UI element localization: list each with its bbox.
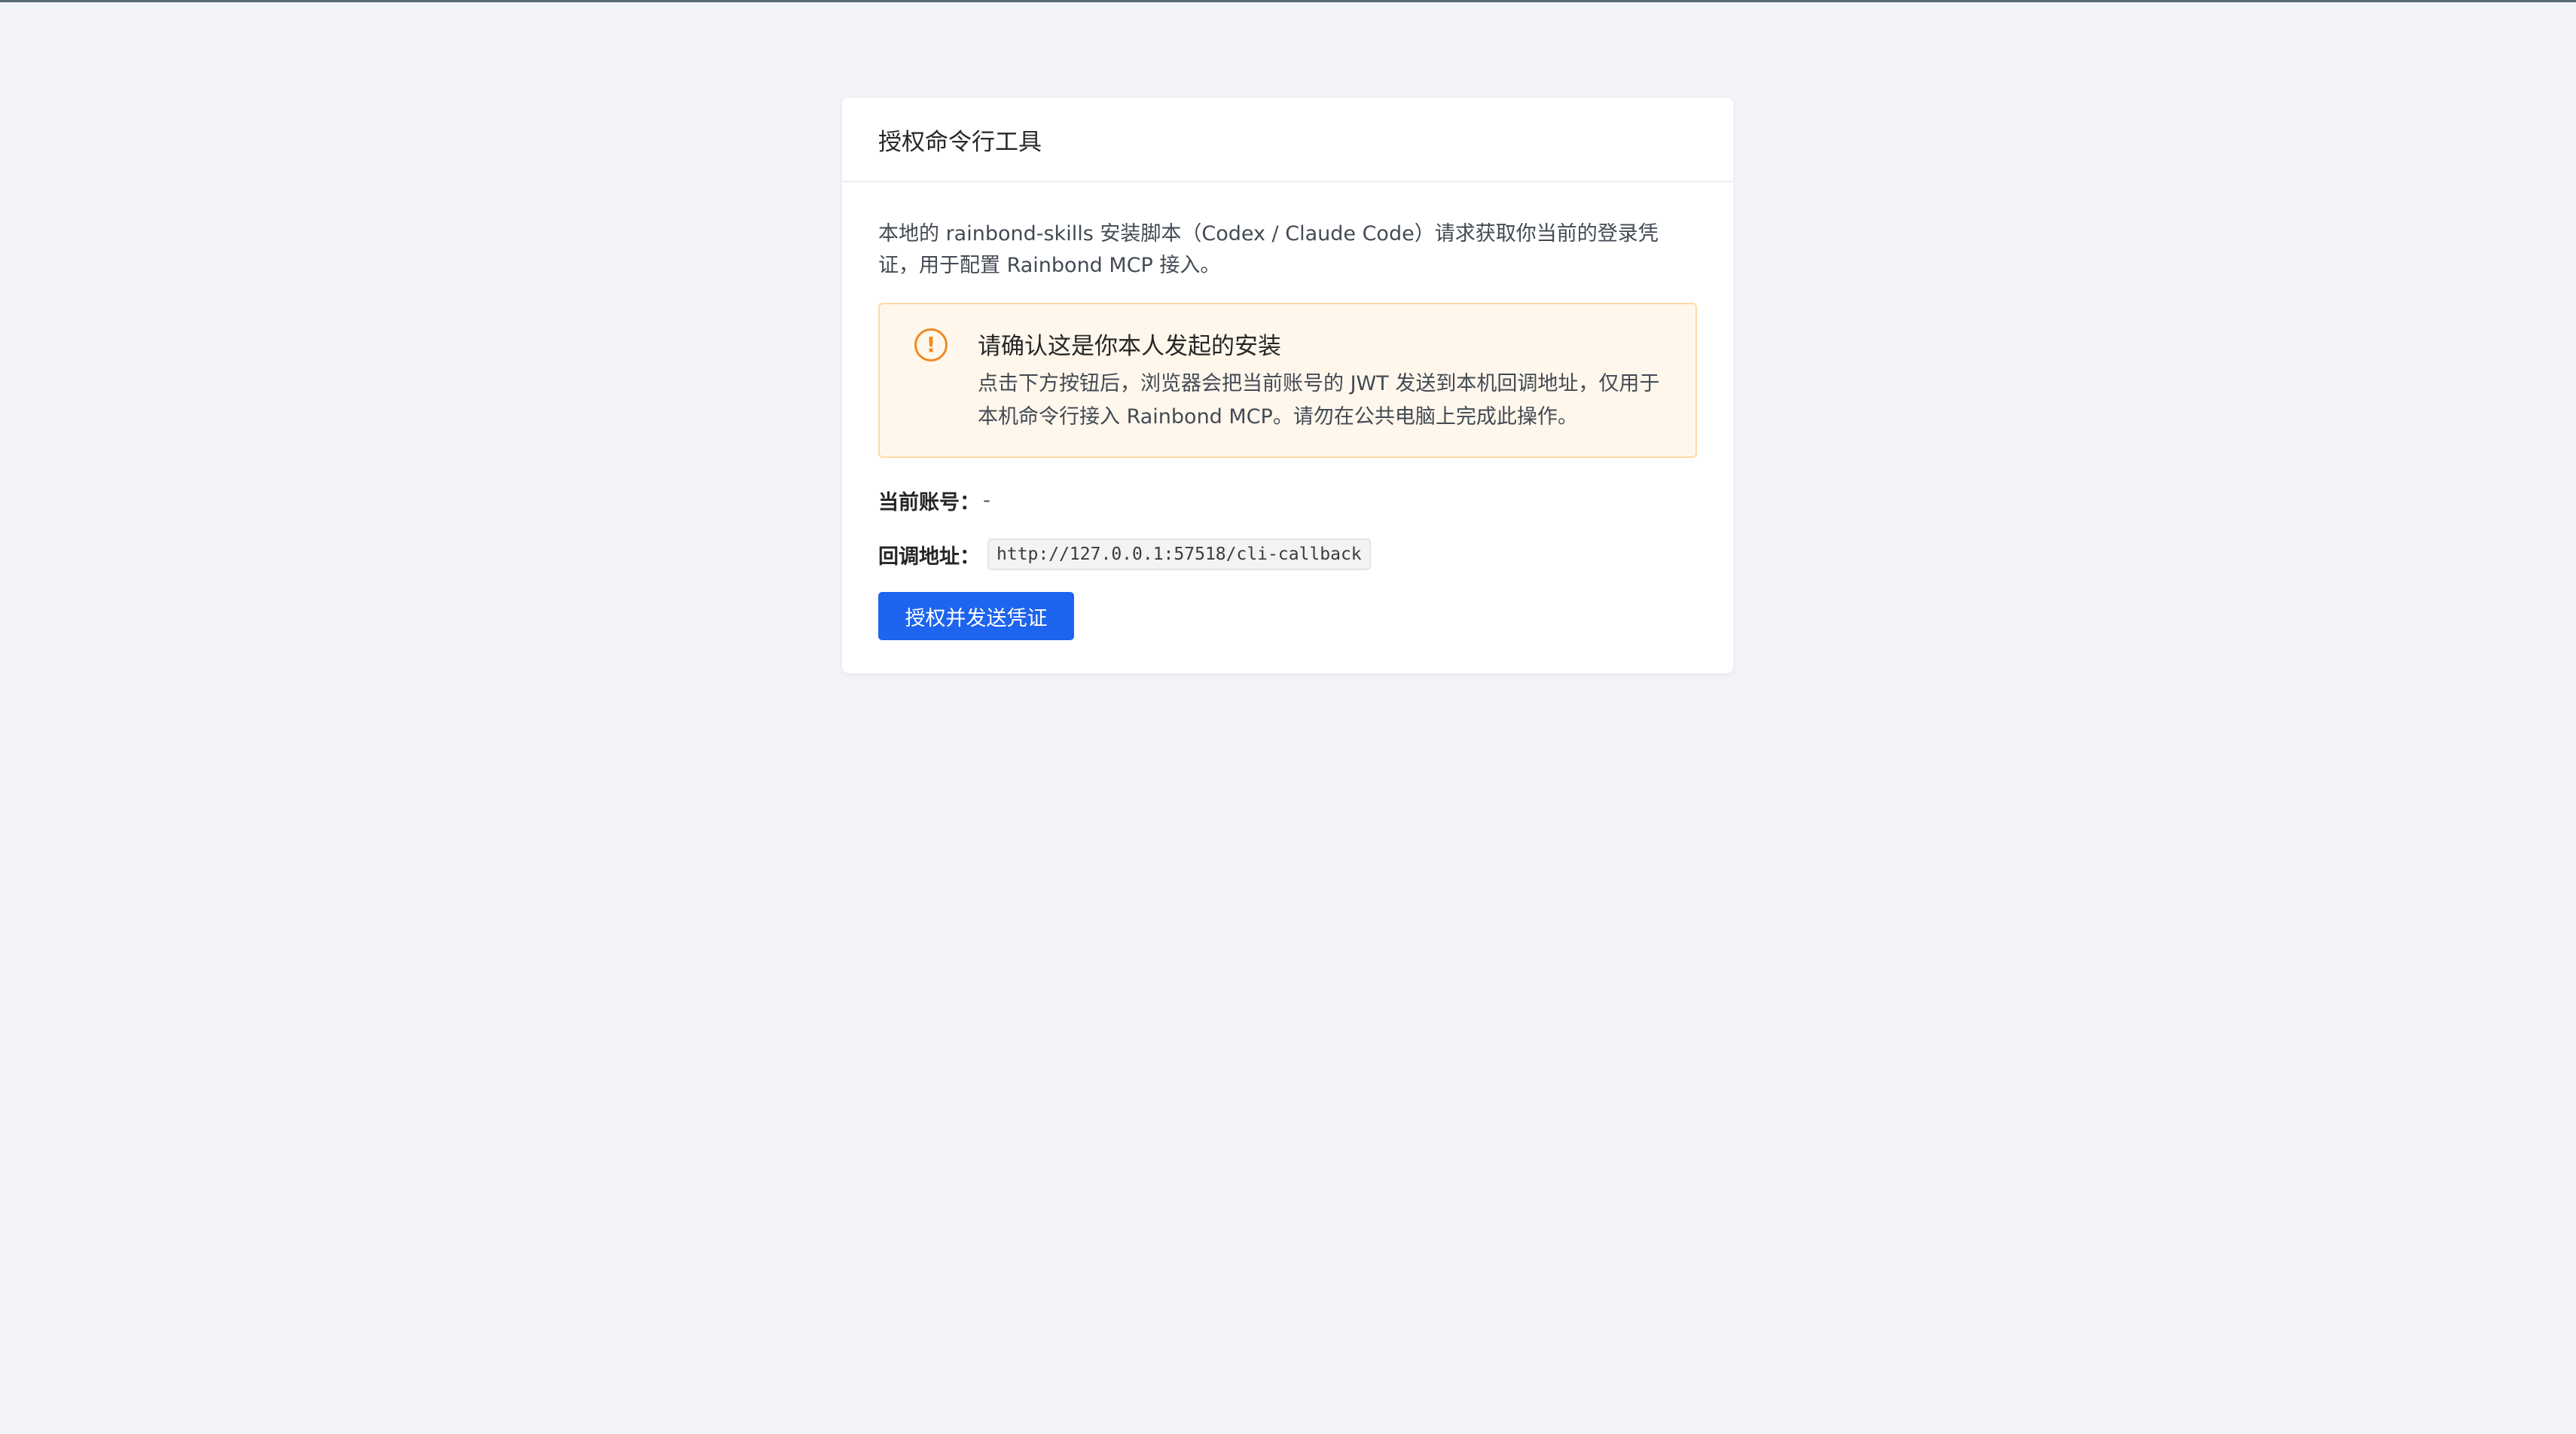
alert-text: 点击下方按钮后，浏览器会把当前账号的 JWT 发送到本机回调地址，仅用于本机命令… bbox=[978, 372, 1660, 429]
warning-alert: ! 请确认这是你本人发起的安装 点击下方按钮后，浏览器会把当前账号的 JWT 发… bbox=[878, 303, 1697, 458]
auth-card: 授权命令行工具 本地的 rainbond-skills 安装脚本（Codex /… bbox=[842, 98, 1733, 673]
card-description: 本地的 rainbond-skills 安装脚本（Codex / Claude … bbox=[878, 222, 1659, 277]
alert-title: 请确认这是你本人发起的安装 bbox=[978, 333, 1281, 360]
callback-row: 回调地址： http://127.0.0.1:57518/cli-callbac… bbox=[878, 538, 1697, 571]
top-border bbox=[0, 0, 2576, 2]
callback-label: 回调地址： bbox=[878, 545, 980, 569]
account-row: 当前账号： - bbox=[878, 485, 1697, 515]
callback-url: http://127.0.0.1:57518/cli-callback bbox=[987, 539, 1371, 570]
account-value: - bbox=[983, 488, 990, 512]
card-title: 授权命令行工具 bbox=[878, 128, 1042, 156]
account-label: 当前账号： bbox=[878, 490, 980, 514]
card-body: 本地的 rainbond-skills 安装脚本（Codex / Claude … bbox=[842, 182, 1733, 640]
card-header: 授权命令行工具 bbox=[842, 98, 1733, 182]
exclamation-circle-icon: ! bbox=[914, 328, 948, 362]
authorize-button[interactable]: 授权并发送凭证 bbox=[878, 592, 1074, 640]
